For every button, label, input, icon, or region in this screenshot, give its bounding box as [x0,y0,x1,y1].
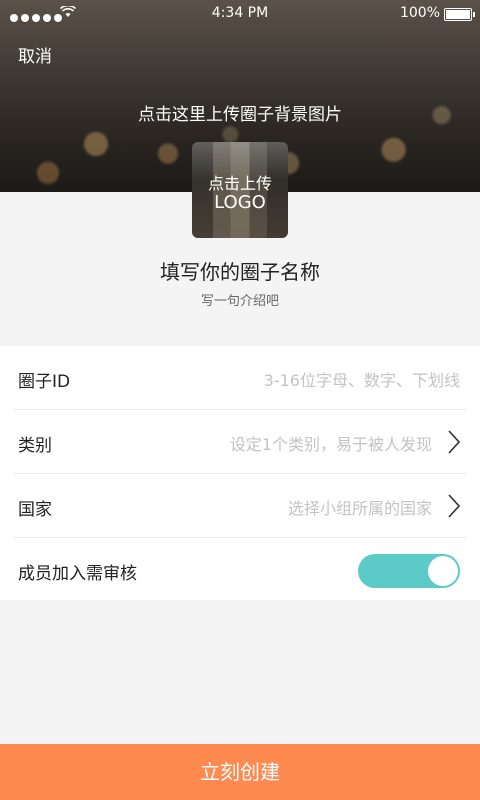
toggle-knob [428,556,458,586]
member-review-label: 成员加入需审核 [18,564,137,584]
battery-icon [444,8,475,21]
battery-percent: 100% [399,5,440,21]
chevron-right-icon [448,430,460,454]
member-review-toggle[interactable] [358,554,460,588]
country-hint: 选择小组所属的国家 [287,499,432,518]
circle-id-label: 圈子ID [18,372,71,392]
status-bar: 4:34 PM 100% [0,0,480,28]
cancel-button[interactable]: 取消 [18,42,52,67]
circle-id-row[interactable]: 圈子ID 3-16位字母、数字、下划线 [0,346,480,410]
circle-name-input[interactable]: 填写你的圈子名称 [0,256,480,285]
category-row[interactable]: 类别 设定1个类别，易于被人发现 [0,410,480,474]
settings-form: 圈子ID 3-16位字母、数字、下划线 类别 设定1个类别，易于被人发现 国家 … [0,346,480,600]
create-button[interactable]: 立刻创建 [0,744,480,800]
upload-logo-label: 点击上传 [207,174,272,193]
upload-logo-button[interactable]: 点击上传 LOGO [192,142,288,238]
circle-intro-input[interactable]: 写一句介绍吧 [0,290,480,309]
upload-background-button[interactable]: 点击这里上传圈子背景图片 [0,100,480,125]
member-review-row: 成员加入需审核 [0,538,480,602]
country-row[interactable]: 国家 选择小组所属的国家 [0,474,480,538]
country-label: 国家 [18,500,52,520]
category-hint: 设定1个类别，易于被人发现 [229,435,432,454]
category-label: 类别 [18,436,52,456]
circle-id-input[interactable]: 3-16位字母、数字、下划线 [264,367,460,391]
upload-logo-text: LOGO [214,192,266,213]
chevron-right-icon [448,494,460,518]
